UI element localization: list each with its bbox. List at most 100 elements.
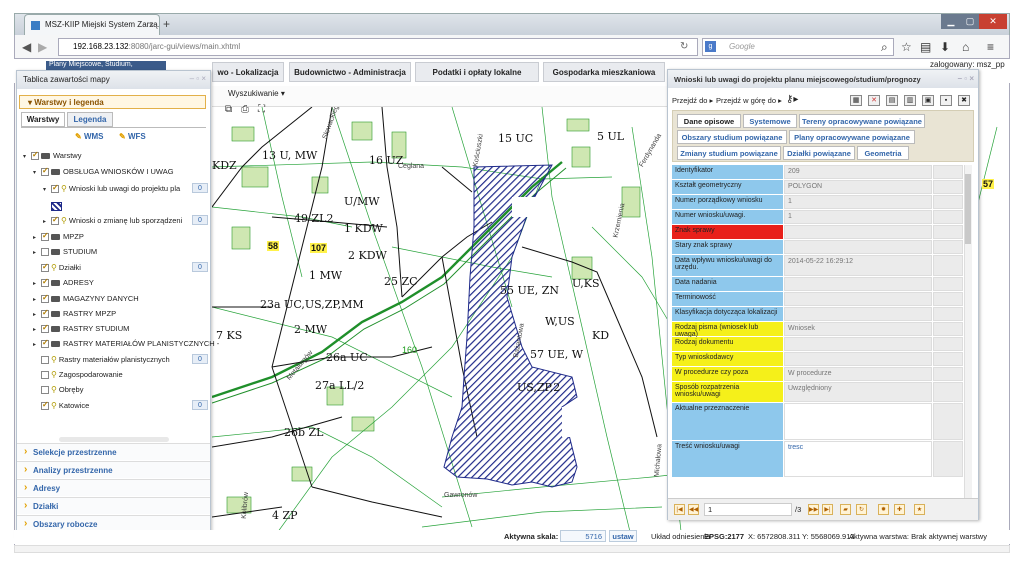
acc-selekcje[interactable]: Selekcje przestrzenne: [17, 443, 210, 460]
home-icon[interactable]: ⌂: [962, 40, 969, 54]
refresh-icon[interactable]: ↻: [856, 504, 867, 515]
forward-icon[interactable]: ▶: [38, 40, 47, 54]
acc-dzialki[interactable]: Działki: [17, 497, 210, 514]
layer-checkbox[interactable]: [41, 356, 49, 365]
attribute-value[interactable]: [784, 240, 932, 254]
attribute-value[interactable]: [784, 337, 932, 351]
layer-checkbox[interactable]: [41, 231, 49, 242]
attribute-value[interactable]: POLYGON: [784, 180, 932, 194]
layer-tree-item[interactable]: ▸ RASTRY MATERIAŁÓW PLANISTYCZNYCH -: [33, 338, 219, 349]
attribute-value[interactable]: 1: [784, 210, 932, 224]
layer-checkbox[interactable]: [41, 248, 49, 257]
expand-arrow-icon[interactable]: ▸: [33, 249, 41, 256]
goto-dropdown[interactable]: Przejdź do ▸: [672, 96, 713, 105]
last-page-icon[interactable]: ▶|: [822, 504, 833, 515]
attribute-value[interactable]: W procedurze: [784, 367, 932, 381]
attribute-value[interactable]: Wniosek: [784, 322, 932, 336]
layer-checkbox[interactable]: [41, 323, 49, 334]
tab-plany[interactable]: Plany opracowywane powiązane: [789, 130, 915, 144]
search-input[interactable]: Google: [702, 38, 894, 56]
layer-checkbox[interactable]: [41, 338, 49, 349]
layer-checkbox[interactable]: [51, 183, 59, 194]
scale-input[interactable]: 5716: [560, 530, 606, 542]
close-tab-icon[interactable]: ×: [149, 20, 154, 30]
tab-zmiany-studium[interactable]: Zmiany studium powiązane: [677, 146, 781, 160]
maximize-button[interactable]: ▢: [961, 14, 979, 29]
attribute-value[interactable]: 1: [784, 195, 932, 209]
layer-checkbox[interactable]: [31, 150, 39, 161]
horizontal-scrollbar[interactable]: [14, 545, 1010, 553]
search-engine-icon[interactable]: g: [705, 41, 716, 52]
layer-checkbox[interactable]: [41, 277, 49, 288]
folder-icon[interactable]: ▰: [840, 504, 851, 515]
section-warstwy-legenda[interactable]: ▾ Warstwy i legenda: [19, 95, 206, 109]
acc-analizy[interactable]: Analizy przestrzenne: [17, 461, 210, 478]
tab-legenda[interactable]: Legenda: [67, 112, 113, 127]
tree-scrollbar[interactable]: [59, 437, 169, 442]
print-icon[interactable]: ⎙: [241, 104, 249, 115]
layer-tree-item[interactable]: ▾ Warstwy: [23, 150, 208, 161]
page-input[interactable]: 1: [704, 503, 792, 516]
layer-checkbox[interactable]: [41, 262, 49, 273]
tab-warstwy[interactable]: Warstwy: [21, 112, 65, 127]
expand-arrow-icon[interactable]: ▾: [33, 169, 41, 176]
minimize-button[interactable]: ▁: [941, 14, 961, 29]
panel-controls-icon[interactable]: – ▫ ×: [190, 74, 206, 83]
layer-checkbox[interactable]: [51, 215, 59, 226]
layer-count-badge[interactable]: 0: [192, 400, 208, 410]
tab-obszary-studium[interactable]: Obszary studium powiązane: [677, 130, 787, 144]
browser-tab[interactable]: MSZ-KIIP Miejski System Zarzą... ×: [24, 14, 160, 35]
expand-arrow-icon[interactable]: ▾: [23, 153, 31, 160]
acc-adresy[interactable]: Adresy: [17, 479, 210, 496]
reload-icon[interactable]: ↻: [680, 41, 688, 52]
save-icon[interactable]: ▪: [940, 95, 952, 106]
expand-arrow-icon[interactable]: ▸: [43, 218, 51, 225]
extent-icon[interactable]: ⛶: [258, 104, 265, 115]
goto-up-dropdown[interactable]: Przejdź w górę do ▸: [716, 96, 782, 105]
grid-scrollbar-thumb[interactable]: [965, 174, 971, 244]
attribute-value[interactable]: [784, 225, 932, 239]
layer-checkbox[interactable]: [41, 400, 49, 411]
layer-tree-item[interactable]: ▸ RASTRY MPZP: [33, 308, 208, 319]
attribute-value[interactable]: tresc: [784, 441, 932, 477]
attribute-value[interactable]: Uwzględniony: [784, 382, 932, 402]
search-icon[interactable]: ⌕: [881, 40, 888, 55]
layer-tree-item[interactable]: ▸ STUDIUM: [33, 247, 208, 257]
url-bar[interactable]: 192.168.23.132:8080/jarc-gui/views/main.…: [58, 38, 698, 56]
layer-tree-item[interactable]: ▸ MPZP: [33, 231, 208, 242]
panel-controls-icon[interactable]: – ▫ ×: [958, 74, 974, 83]
layer-checkbox[interactable]: [41, 293, 49, 304]
layer-tree-item[interactable]: ⚲ Obręby: [33, 385, 208, 395]
copy-icon[interactable]: ⧉: [225, 104, 232, 115]
menu-gospodarka[interactable]: Gospodarka mieszkaniowa: [543, 62, 665, 82]
layer-tree-item[interactable]: ▸ MAGAZYNY DANYCH: [33, 293, 208, 304]
menu-lokalizacja[interactable]: wo - Lokalizacja: [212, 62, 284, 82]
tab-dzialki[interactable]: Działki powiązane: [783, 146, 855, 160]
layer-checkbox[interactable]: [41, 386, 49, 395]
tab-geometria[interactable]: Geometria: [857, 146, 909, 160]
expand-arrow-icon[interactable]: ▸: [33, 296, 41, 303]
wms-button[interactable]: ✎ WMS: [75, 132, 104, 144]
menu-budownictwo[interactable]: Budownictwo - Administracja: [289, 62, 411, 82]
bookmarks-list-icon[interactable]: ▤: [920, 40, 931, 54]
layer-tree-item[interactable]: ⚲ Rastry materiałów planistycznych 0: [33, 354, 208, 365]
prev-page-icon[interactable]: ◀◀: [688, 504, 699, 515]
layer-tree-item[interactable]: ▸ RASTRY STUDIUM: [33, 323, 208, 334]
tab-tereny[interactable]: Tereny opracowywane powiązane: [799, 114, 925, 128]
layer-checkbox[interactable]: [41, 166, 49, 177]
layer-tree-item[interactable]: ▸ ⚲Wnioski o zmianę lub sporządzeni 0: [43, 215, 208, 226]
attribute-value[interactable]: [784, 307, 932, 321]
layer-count-badge[interactable]: 0: [192, 183, 208, 193]
layer-tree-item[interactable]: ⚲ Zagospodarowanie: [33, 370, 208, 380]
attribute-value[interactable]: 209: [784, 165, 932, 179]
star-icon[interactable]: ★: [914, 504, 925, 515]
new-tab-button[interactable]: +: [163, 17, 170, 31]
expand-arrow-icon[interactable]: ▸: [33, 326, 41, 333]
pdf-icon[interactable]: ✕: [868, 95, 880, 106]
wfs-button[interactable]: ✎ WFS: [119, 132, 146, 144]
menu-icon[interactable]: ≡: [987, 40, 994, 54]
close-window-button[interactable]: ✕: [979, 14, 1007, 29]
tab-systemowe[interactable]: Systemowe: [743, 114, 797, 128]
layer-checkbox[interactable]: [41, 371, 49, 380]
key-icon[interactable]: ⚷▸: [786, 94, 798, 105]
